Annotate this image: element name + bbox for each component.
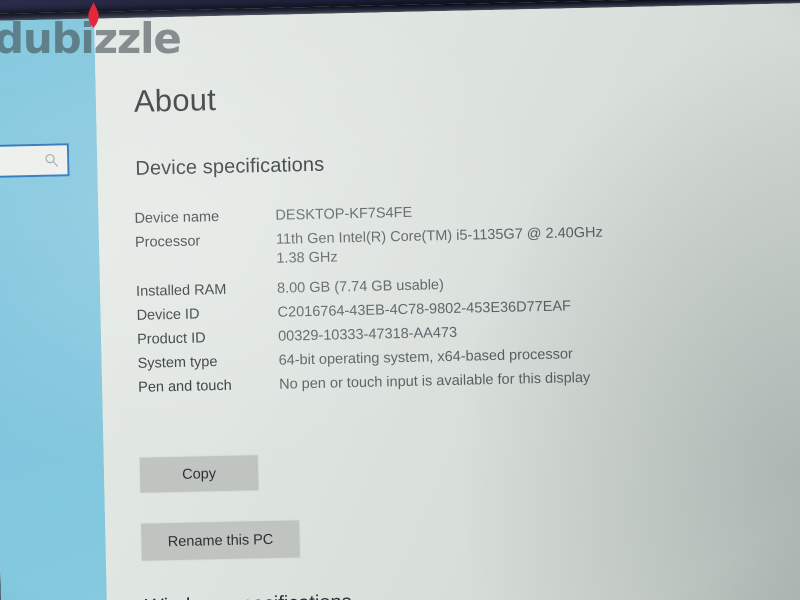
spec-label: Pen and touch [138,377,232,396]
spec-value: C2016764-43EB-4C78-9802-453E36D77EAF [277,298,572,321]
spec-label: Product ID [136,330,206,348]
settings-window: About Device specifications Device name … [0,2,800,600]
device-specifications-list: Device name DESKTOP-KF7S4FE Processor 11… [134,195,798,402]
spec-value: No pen or touch input is available for t… [278,369,591,393]
search-icon [45,153,59,167]
spec-value: 11th Gen Intel(R) Core(TM) i5-1135G7 @ 2… [275,224,603,267]
laptop-screen: About Device specifications Device name … [0,0,800,600]
photo-of-laptop-screen: About Device specifications Device name … [0,0,800,600]
spec-label: Processor [134,233,201,251]
spec-label: Device ID [136,306,200,324]
settings-content-pane: About Device specifications Device name … [94,2,800,600]
spec-value: 64-bit operating system, x64-based proce… [278,346,573,369]
spec-row-processor: Processor 11th Gen Intel(R) Core(TM) i5-… [135,219,796,271]
rename-this-pc-button[interactable]: Rename this PC [141,520,300,561]
spec-value: DESKTOP-KF7S4FE [275,204,413,224]
spec-value: 00329-10333-47318-AA473 [277,324,458,345]
spec-label: Installed RAM [135,281,227,300]
spec-value: 8.00 GB (7.74 GB usable) [276,277,445,297]
section-title-device-specifications: Device specifications [135,153,325,180]
section-title-windows-specifications: Windows specifications [145,591,352,600]
settings-nav-pane [0,18,108,600]
page-title: About [133,82,217,119]
spec-label: System type [137,354,218,372]
copy-button[interactable]: Copy [139,455,259,493]
search-input[interactable] [0,143,70,179]
spec-label: Device name [134,209,220,227]
